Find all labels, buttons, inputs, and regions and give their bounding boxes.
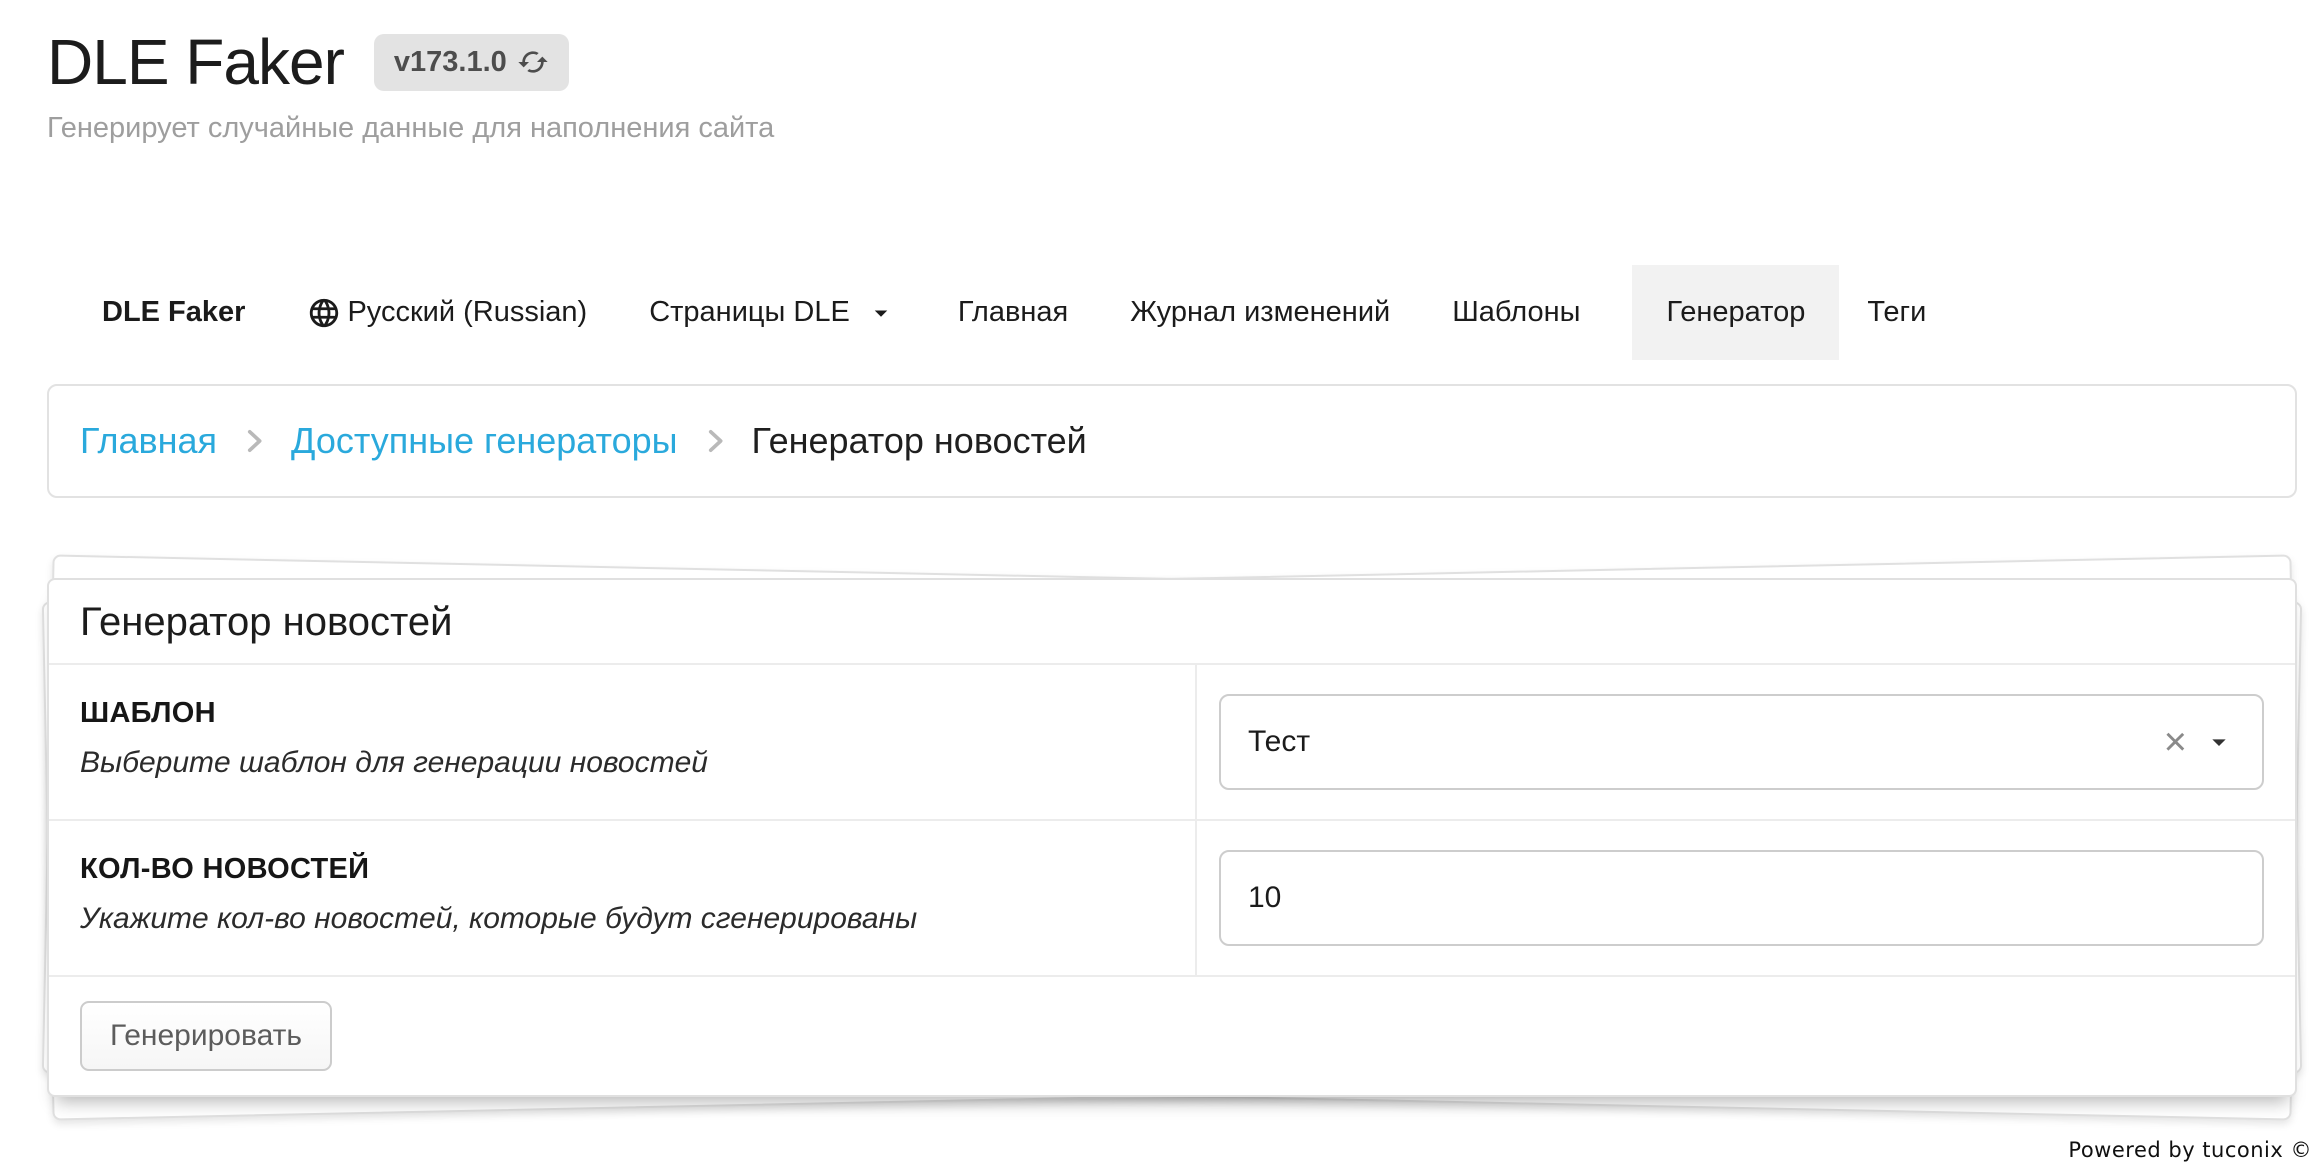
powered-by-credit: Powered by tuconix ©: [2068, 1138, 2312, 1162]
nav-item-home[interactable]: Главная: [958, 265, 1068, 360]
field-label-template: ШАБЛОН: [80, 697, 1155, 730]
page-title: DLE Faker: [47, 30, 344, 94]
field-description-template: Выберите шаблон для генерации новостей: [80, 746, 1155, 780]
breadcrumb-current-page: Генератор новостей: [752, 420, 1087, 462]
nav-item-templates[interactable]: Шаблоны: [1452, 265, 1580, 360]
breadcrumb-generators-link[interactable]: Доступные генераторы: [291, 420, 678, 462]
main-nav: DLE Faker Русский (Russian) Страницы DLE…: [102, 265, 2297, 360]
field-description-count: Укажите кол-во новостей, которые будут с…: [80, 902, 1155, 936]
nav-item-tags[interactable]: Теги: [1867, 265, 1926, 360]
card-title: Генератор новостей: [49, 580, 2295, 665]
card-actions: Генерировать: [49, 977, 2295, 1095]
field-row-template: ШАБЛОН Выберите шаблон для генерации нов…: [49, 665, 2295, 821]
caret-down-icon: [866, 298, 896, 328]
nav-item-language[interactable]: Русский (Russian): [307, 265, 587, 360]
caret-down-icon[interactable]: [2203, 726, 2235, 758]
news-count-input[interactable]: [1219, 850, 2264, 946]
template-select-value: Тест: [1248, 725, 2164, 759]
field-label-count: КОЛ-ВО НОВОСТЕЙ: [80, 853, 1155, 886]
nav-item-pages-label: Страницы DLE: [649, 296, 850, 329]
field-info-template: ШАБЛОН Выберите шаблон для генерации нов…: [49, 665, 1197, 819]
version-badge[interactable]: v173.1.0: [374, 34, 569, 91]
refresh-icon[interactable]: [517, 46, 549, 78]
template-select[interactable]: Тест ×: [1219, 694, 2264, 790]
nav-item-dle-faker[interactable]: DLE Faker: [102, 265, 245, 360]
page: DLE Faker v173.1.0 Генерирует случайные …: [47, 0, 2297, 1097]
nav-item-pages-dropdown[interactable]: Страницы DLE: [649, 265, 896, 360]
breadcrumb: Главная Доступные генераторы Генератор н…: [47, 384, 2297, 498]
field-control-template: Тест ×: [1197, 665, 2295, 819]
nav-item-changelog[interactable]: Журнал изменений: [1130, 265, 1390, 360]
generate-button[interactable]: Генерировать: [80, 1001, 332, 1071]
field-control-count: [1197, 821, 2295, 975]
generator-card-stack: Генератор новостей ШАБЛОН Выберите шабло…: [47, 578, 2297, 1097]
nav-item-language-label: Русский (Russian): [347, 296, 587, 329]
app-header: DLE Faker v173.1.0 Генерирует случайные …: [47, 0, 2297, 145]
generator-card: Генератор новостей ШАБЛОН Выберите шабло…: [47, 578, 2297, 1097]
version-label: v173.1.0: [394, 46, 507, 79]
breadcrumb-home-link[interactable]: Главная: [80, 420, 217, 462]
field-row-count: КОЛ-ВО НОВОСТЕЙ Укажите кол-во новостей,…: [49, 821, 2295, 977]
chevron-right-icon: [698, 424, 732, 458]
field-info-count: КОЛ-ВО НОВОСТЕЙ Укажите кол-во новостей,…: [49, 821, 1197, 975]
page-subtitle: Генерирует случайные данные для наполнен…: [47, 112, 2297, 145]
clear-selection-icon[interactable]: ×: [2164, 722, 2187, 762]
chevron-right-icon: [237, 424, 271, 458]
globe-icon: [307, 296, 341, 330]
title-row: DLE Faker v173.1.0: [47, 30, 2297, 94]
nav-item-generator[interactable]: Генератор: [1632, 265, 1839, 360]
